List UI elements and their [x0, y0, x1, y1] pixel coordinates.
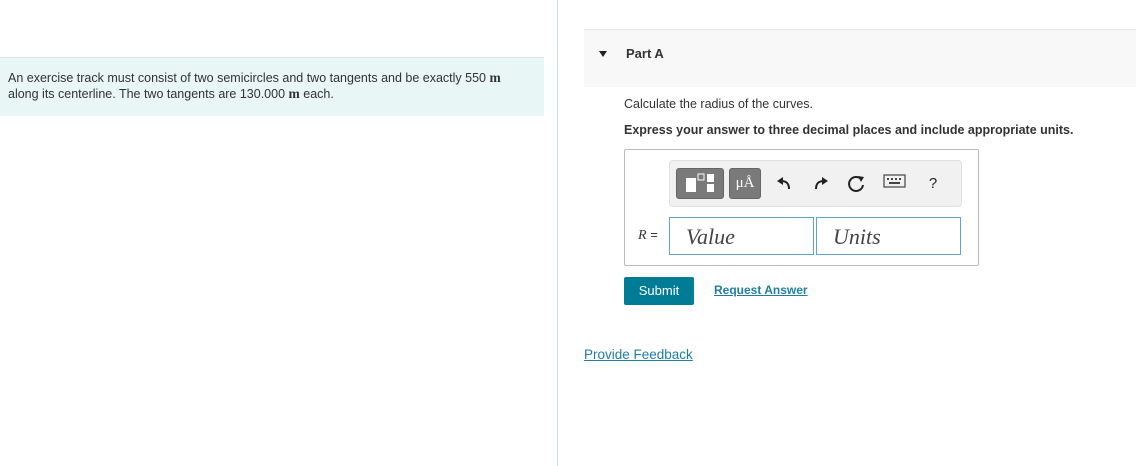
collapse-caret-icon[interactable]	[599, 51, 607, 57]
request-answer-link[interactable]: Request Answer	[714, 283, 808, 297]
help-icon[interactable]: ?	[922, 173, 944, 195]
provide-feedback-link[interactable]: Provide Feedback	[584, 347, 693, 362]
undo-icon[interactable]	[774, 173, 796, 195]
keyboard-icon[interactable]	[882, 173, 908, 195]
instruction-text: Express your answer to three decimal pla…	[624, 123, 1074, 137]
value-input[interactable]: Value	[669, 217, 814, 255]
problem-line2-text: along its centerline. The two tangents a…	[8, 87, 286, 101]
redo-icon[interactable]	[810, 173, 832, 195]
units-button[interactable]: μÅ	[729, 168, 761, 199]
templates-icon	[686, 173, 714, 192]
problem-line2-unit: m	[288, 86, 300, 101]
problem-line2-tail: each.	[303, 87, 334, 101]
problem-line1-unit: m	[489, 70, 501, 85]
problem-column: An exercise track must consist of two se…	[0, 0, 556, 466]
answer-variable: R	[638, 228, 647, 243]
part-a-header[interactable]: Part A	[584, 29, 1136, 87]
templates-button[interactable]	[676, 168, 724, 199]
part-title: Part A	[626, 46, 664, 61]
problem-statement: An exercise track must consist of two se…	[0, 57, 544, 116]
column-divider	[557, 0, 558, 466]
answer-label: R =	[638, 227, 658, 244]
reset-icon[interactable]	[846, 173, 868, 195]
units-input[interactable]: Units	[816, 217, 961, 255]
submit-button[interactable]: Submit	[624, 277, 694, 305]
answer-equals: =	[650, 227, 658, 242]
math-toolbar: μÅ ?	[669, 160, 962, 207]
problem-line1-text: An exercise track must consist of two se…	[8, 71, 487, 85]
question-text: Calculate the radius of the curves.	[624, 97, 813, 111]
